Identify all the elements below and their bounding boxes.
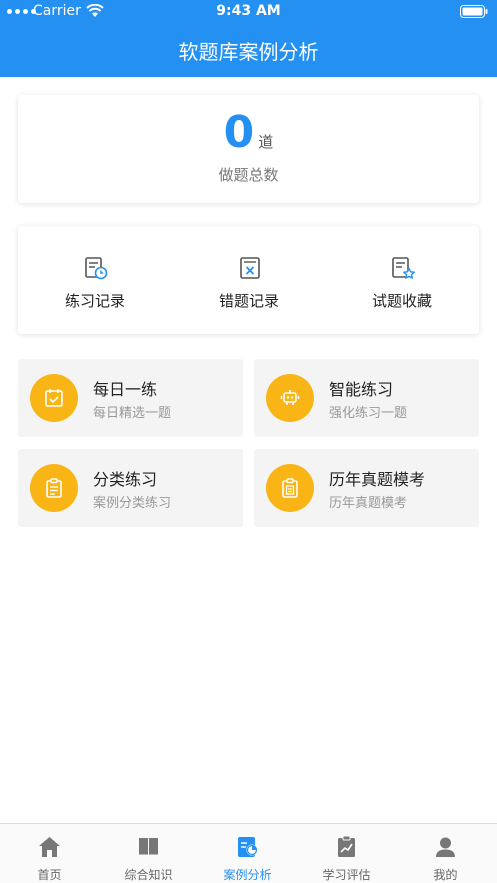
clipboard-icon — [46, 478, 62, 498]
tab-learning-assessment[interactable]: 学习评估 — [297, 824, 396, 883]
smart-practice-badge — [266, 374, 314, 422]
question-count-card: 0道 做题总数 — [18, 95, 479, 203]
question-count-unit: 道 — [258, 133, 274, 151]
practice-record-button[interactable]: 练习记录 — [18, 226, 172, 334]
smart-practice-subtitle: 强化练习一题 — [329, 406, 408, 421]
smart-practice-tile[interactable]: 智能练习 强化练习一题 — [254, 359, 479, 437]
favorites-label: 试题收藏 — [371, 292, 432, 310]
battery-icon — [460, 5, 488, 18]
count-line: 0道 — [18, 107, 479, 158]
category-practice-tile[interactable]: 分类练习 案例分类练习 — [18, 449, 243, 527]
robot-icon — [280, 390, 300, 405]
past-exams-subtitle: 历年真题模考 — [329, 496, 408, 511]
tab-general-knowledge-label: 综合知识 — [124, 868, 173, 882]
status-time: 9:43 AM — [216, 3, 281, 19]
tab-profile-label: 我的 — [433, 868, 458, 882]
past-exams-tile[interactable]: 历年真题模考 历年真题模考 — [254, 449, 479, 527]
tab-general-knowledge[interactable]: 综合知识 — [99, 824, 198, 883]
tab-case-analysis-label: 案例分析 — [223, 868, 272, 882]
tab-profile[interactable]: 我的 — [396, 824, 495, 883]
category-practice-title: 分类练习 — [93, 470, 158, 489]
tab-learning-assessment-label: 学习评估 — [322, 868, 371, 882]
daily-practice-tile[interactable]: 每日一练 每日精选一题 — [18, 359, 243, 437]
records-card: 练习记录 错题记录 试题收藏 — [18, 226, 479, 334]
past-exams-title: 历年真题模考 — [329, 470, 426, 489]
assessment-icon — [338, 835, 355, 857]
wrong-questions-icon — [240, 257, 260, 279]
user-icon — [436, 837, 455, 857]
tab-home-label: 首页 — [37, 868, 62, 882]
calendar-check-icon — [45, 389, 63, 407]
daily-practice-badge — [30, 374, 78, 422]
wrong-questions-button[interactable]: 错题记录 — [172, 226, 326, 334]
case-analysis-icon — [238, 837, 258, 857]
daily-practice-title: 每日一练 — [93, 380, 158, 399]
category-practice-subtitle: 案例分类练习 — [93, 496, 172, 511]
favorites-icon — [392, 257, 415, 279]
tab-case-analysis[interactable]: 案例分析 — [198, 824, 297, 883]
category-practice-badge — [30, 464, 78, 512]
practice-record-label: 练习记录 — [64, 292, 125, 310]
exam-paper-icon — [282, 478, 298, 498]
home-icon — [39, 837, 60, 857]
tab-bar: 首页 综合知识 案例分析 学习评估 我的 — [0, 823, 497, 883]
page-title: 软题库案例分析 — [178, 40, 319, 64]
header-bar: Carrier 9:43 AM 软题库案例分析 — [0, 0, 497, 77]
smart-practice-title: 智能练习 — [329, 380, 394, 399]
practice-record-icon — [85, 257, 108, 280]
favorites-button[interactable]: 试题收藏 — [325, 226, 479, 334]
question-count-label: 做题总数 — [218, 166, 279, 184]
app-screen: Carrier 9:43 AM 软题库案例分析 0道 做题总数 练习记录 错题记… — [0, 0, 497, 883]
status-bar: Carrier 9:43 AM — [0, 0, 497, 24]
daily-practice-subtitle: 每日精选一题 — [93, 406, 172, 421]
wrong-questions-label: 错题记录 — [218, 292, 279, 310]
tab-home[interactable]: 首页 — [0, 824, 99, 883]
book-icon — [139, 838, 158, 856]
question-count: 0 — [223, 107, 255, 158]
past-exams-badge — [266, 464, 314, 512]
